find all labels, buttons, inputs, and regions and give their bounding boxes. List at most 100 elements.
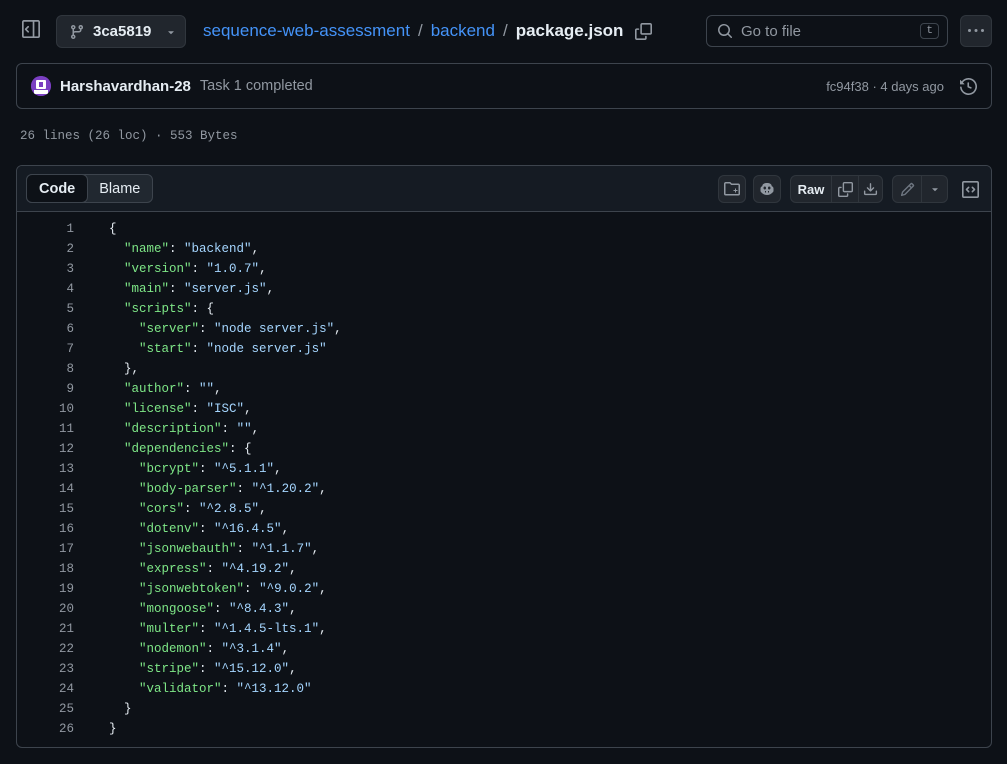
code-line: 9 "author": "", xyxy=(17,379,991,399)
edit-file-button[interactable] xyxy=(893,176,922,202)
line-content: "server": "node server.js", xyxy=(139,322,342,336)
line-number[interactable]: 3 xyxy=(17,259,74,279)
copy-raw-button[interactable] xyxy=(832,176,859,202)
line-number[interactable]: 21 xyxy=(17,619,74,639)
raw-button[interactable]: Raw xyxy=(791,176,832,202)
code-line: 24 "validator": "^13.12.0" xyxy=(17,679,991,699)
line-content: }, xyxy=(109,362,140,376)
code-line: 1{ xyxy=(17,219,991,239)
pencil-icon xyxy=(900,182,915,197)
copilot-icon xyxy=(759,181,775,197)
view-mode-toggle: Code Blame xyxy=(26,174,154,203)
commit-author-link[interactable]: Harshavardhan-28 xyxy=(60,78,191,95)
line-number[interactable]: 16 xyxy=(17,519,74,539)
code-line: 10 "license": "ISC", xyxy=(17,399,991,419)
code-line: 12 "dependencies": { xyxy=(17,439,991,459)
line-number[interactable]: 19 xyxy=(17,579,74,599)
line-number[interactable]: 2 xyxy=(17,239,74,259)
line-number[interactable]: 25 xyxy=(17,699,74,719)
code-line: 14 "body-parser": "^1.20.2", xyxy=(17,479,991,499)
line-number[interactable]: 4 xyxy=(17,279,74,299)
line-content: "description": "", xyxy=(124,422,260,436)
symbols-button[interactable] xyxy=(718,175,746,203)
code-line: 16 "dotenv": "^16.4.5", xyxy=(17,519,991,539)
line-number[interactable]: 18 xyxy=(17,559,74,579)
code-line: 8 }, xyxy=(17,359,991,379)
line-number[interactable]: 13 xyxy=(17,459,74,479)
line-number[interactable]: 14 xyxy=(17,479,74,499)
download-button[interactable] xyxy=(859,176,882,202)
line-content: "nodemon": "^3.1.4", xyxy=(139,642,290,656)
line-content: { xyxy=(109,222,117,236)
line-content: "stripe": "^15.12.0", xyxy=(139,662,297,676)
line-content: "version": "1.0.7", xyxy=(124,262,267,276)
search-placeholder: Go to file xyxy=(741,22,802,40)
line-number[interactable]: 17 xyxy=(17,539,74,559)
commit-sha-time[interactable]: fc94f38 · 4 days ago xyxy=(826,79,944,94)
tab-code[interactable]: Code xyxy=(26,174,89,203)
line-number[interactable]: 1 xyxy=(17,219,74,239)
line-content: "jsonwebauth": "^1.1.7", xyxy=(139,542,320,556)
code-line: 5 "scripts": { xyxy=(17,299,991,319)
file-viewer: Code Blame Raw 1 {2 "name": "backend", … xyxy=(16,165,992,748)
line-content: "multer": "^1.4.5-lts.1", xyxy=(139,622,327,636)
line-number[interactable]: 22 xyxy=(17,639,74,659)
line-content: "mongoose": "^8.4.3", xyxy=(139,602,297,616)
line-number[interactable]: 15 xyxy=(17,499,74,519)
branch-icon xyxy=(69,24,85,40)
go-to-file-search[interactable]: Go to file t xyxy=(706,15,948,47)
latest-commit-bar: Harshavardhan-28 Task 1 completed fc94f3… xyxy=(16,63,992,109)
line-number[interactable]: 9 xyxy=(17,379,74,399)
line-number[interactable]: 12 xyxy=(17,439,74,459)
tab-blame[interactable]: Blame xyxy=(87,175,152,202)
sidebar-toggle-icon[interactable] xyxy=(22,20,42,42)
line-number[interactable]: 8 xyxy=(17,359,74,379)
kebab-icon xyxy=(968,23,984,39)
breadcrumb-separator: / xyxy=(502,21,508,40)
commit-message-link[interactable]: Task 1 completed xyxy=(200,78,826,94)
code-line: 25 } xyxy=(17,699,991,719)
line-number[interactable]: 6 xyxy=(17,319,74,339)
avatar[interactable] xyxy=(31,76,51,96)
line-content: "jsonwebtoken": "^9.0.2", xyxy=(139,582,327,596)
code-line: 4 "main": "server.js", xyxy=(17,279,991,299)
line-content: "name": "backend", xyxy=(124,242,260,256)
breadcrumb-folder-link[interactable]: backend xyxy=(431,21,495,41)
code-view-icon xyxy=(961,180,979,198)
code-line: 11 "description": "", xyxy=(17,419,991,439)
branch-selector[interactable]: 3ca5819 xyxy=(56,15,186,48)
code-view: 1{2 "name": "backend", 3 "version": "1.0.… xyxy=(17,212,991,739)
code-line: 21 "multer": "^1.4.5-lts.1", xyxy=(17,619,991,639)
copilot-button[interactable] xyxy=(753,175,781,203)
line-content: "start": "node server.js" xyxy=(139,342,327,356)
line-content: } xyxy=(109,722,117,736)
line-content: "body-parser": "^1.20.2", xyxy=(139,482,327,496)
file-meta-info: 26 lines (26 loc) · 553 Bytes xyxy=(20,129,238,143)
edit-button-group xyxy=(892,175,948,203)
line-content: "bcrypt": "^5.1.1", xyxy=(139,462,282,476)
code-line: 23 "stripe": "^15.12.0", xyxy=(17,659,991,679)
code-line: 6 "server": "node server.js", xyxy=(17,319,991,339)
line-number[interactable]: 24 xyxy=(17,679,74,699)
breadcrumb: sequence-web-assessment / backend / pack… xyxy=(203,21,653,41)
breadcrumb-repo-link[interactable]: sequence-web-assessment xyxy=(203,21,410,41)
code-line: 20 "mongoose": "^8.4.3", xyxy=(17,599,991,619)
line-content: "dependencies": { xyxy=(124,442,252,456)
line-number[interactable]: 23 xyxy=(17,659,74,679)
code-line: 15 "cors": "^2.8.5", xyxy=(17,499,991,519)
symbols-panel-toggle[interactable] xyxy=(957,175,983,203)
line-content: "dotenv": "^16.4.5", xyxy=(139,522,290,536)
line-number[interactable]: 7 xyxy=(17,339,74,359)
code-line: 3 "version": "1.0.7", xyxy=(17,259,991,279)
line-number[interactable]: 26 xyxy=(17,719,74,739)
more-options-button[interactable] xyxy=(960,15,992,47)
history-icon[interactable] xyxy=(960,77,977,95)
symbols-icon xyxy=(724,181,740,197)
code-line: 19 "jsonwebtoken": "^9.0.2", xyxy=(17,579,991,599)
line-number[interactable]: 5 xyxy=(17,299,74,319)
copy-icon[interactable] xyxy=(635,22,653,40)
line-number[interactable]: 11 xyxy=(17,419,74,439)
line-number[interactable]: 10 xyxy=(17,399,74,419)
line-number[interactable]: 20 xyxy=(17,599,74,619)
edit-options-dropdown[interactable] xyxy=(922,176,947,202)
